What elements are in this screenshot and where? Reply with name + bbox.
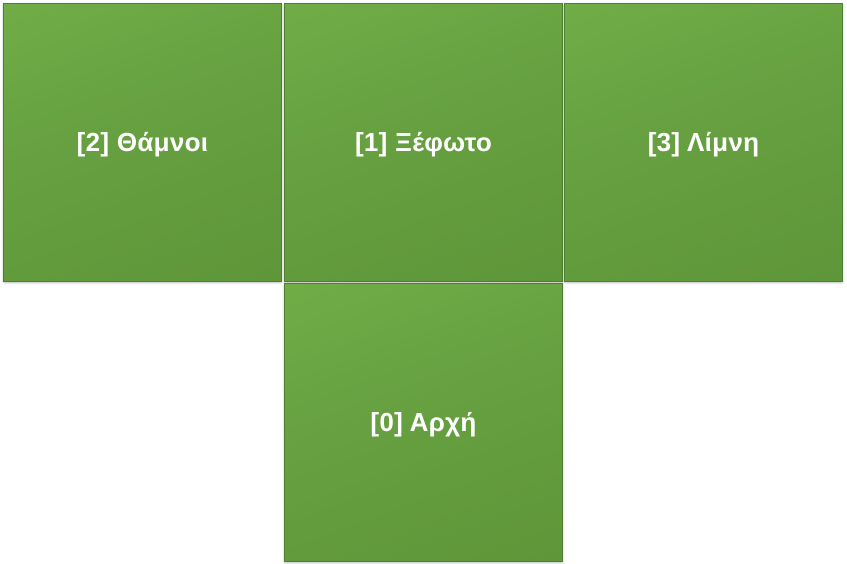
room-tile-start: [0] Αρχή [284,283,563,562]
room-map-diagram: [2] Θάμνοι [1] Ξέφωτο [3] Λίμνη [0] Αρχή [0,0,847,564]
room-tile-bushes: [2] Θάμνοι [3,3,282,282]
room-tile-lake: [3] Λίμνη [564,3,843,282]
room-label-lake: [3] Λίμνη [647,127,760,157]
room-label-bushes: [2] Θάμνοι [76,127,209,157]
room-label-clearing: [1] Ξέφωτο [354,127,493,157]
room-tile-clearing: [1] Ξέφωτο [284,3,563,282]
room-label-start: [0] Αρχή [370,407,477,437]
